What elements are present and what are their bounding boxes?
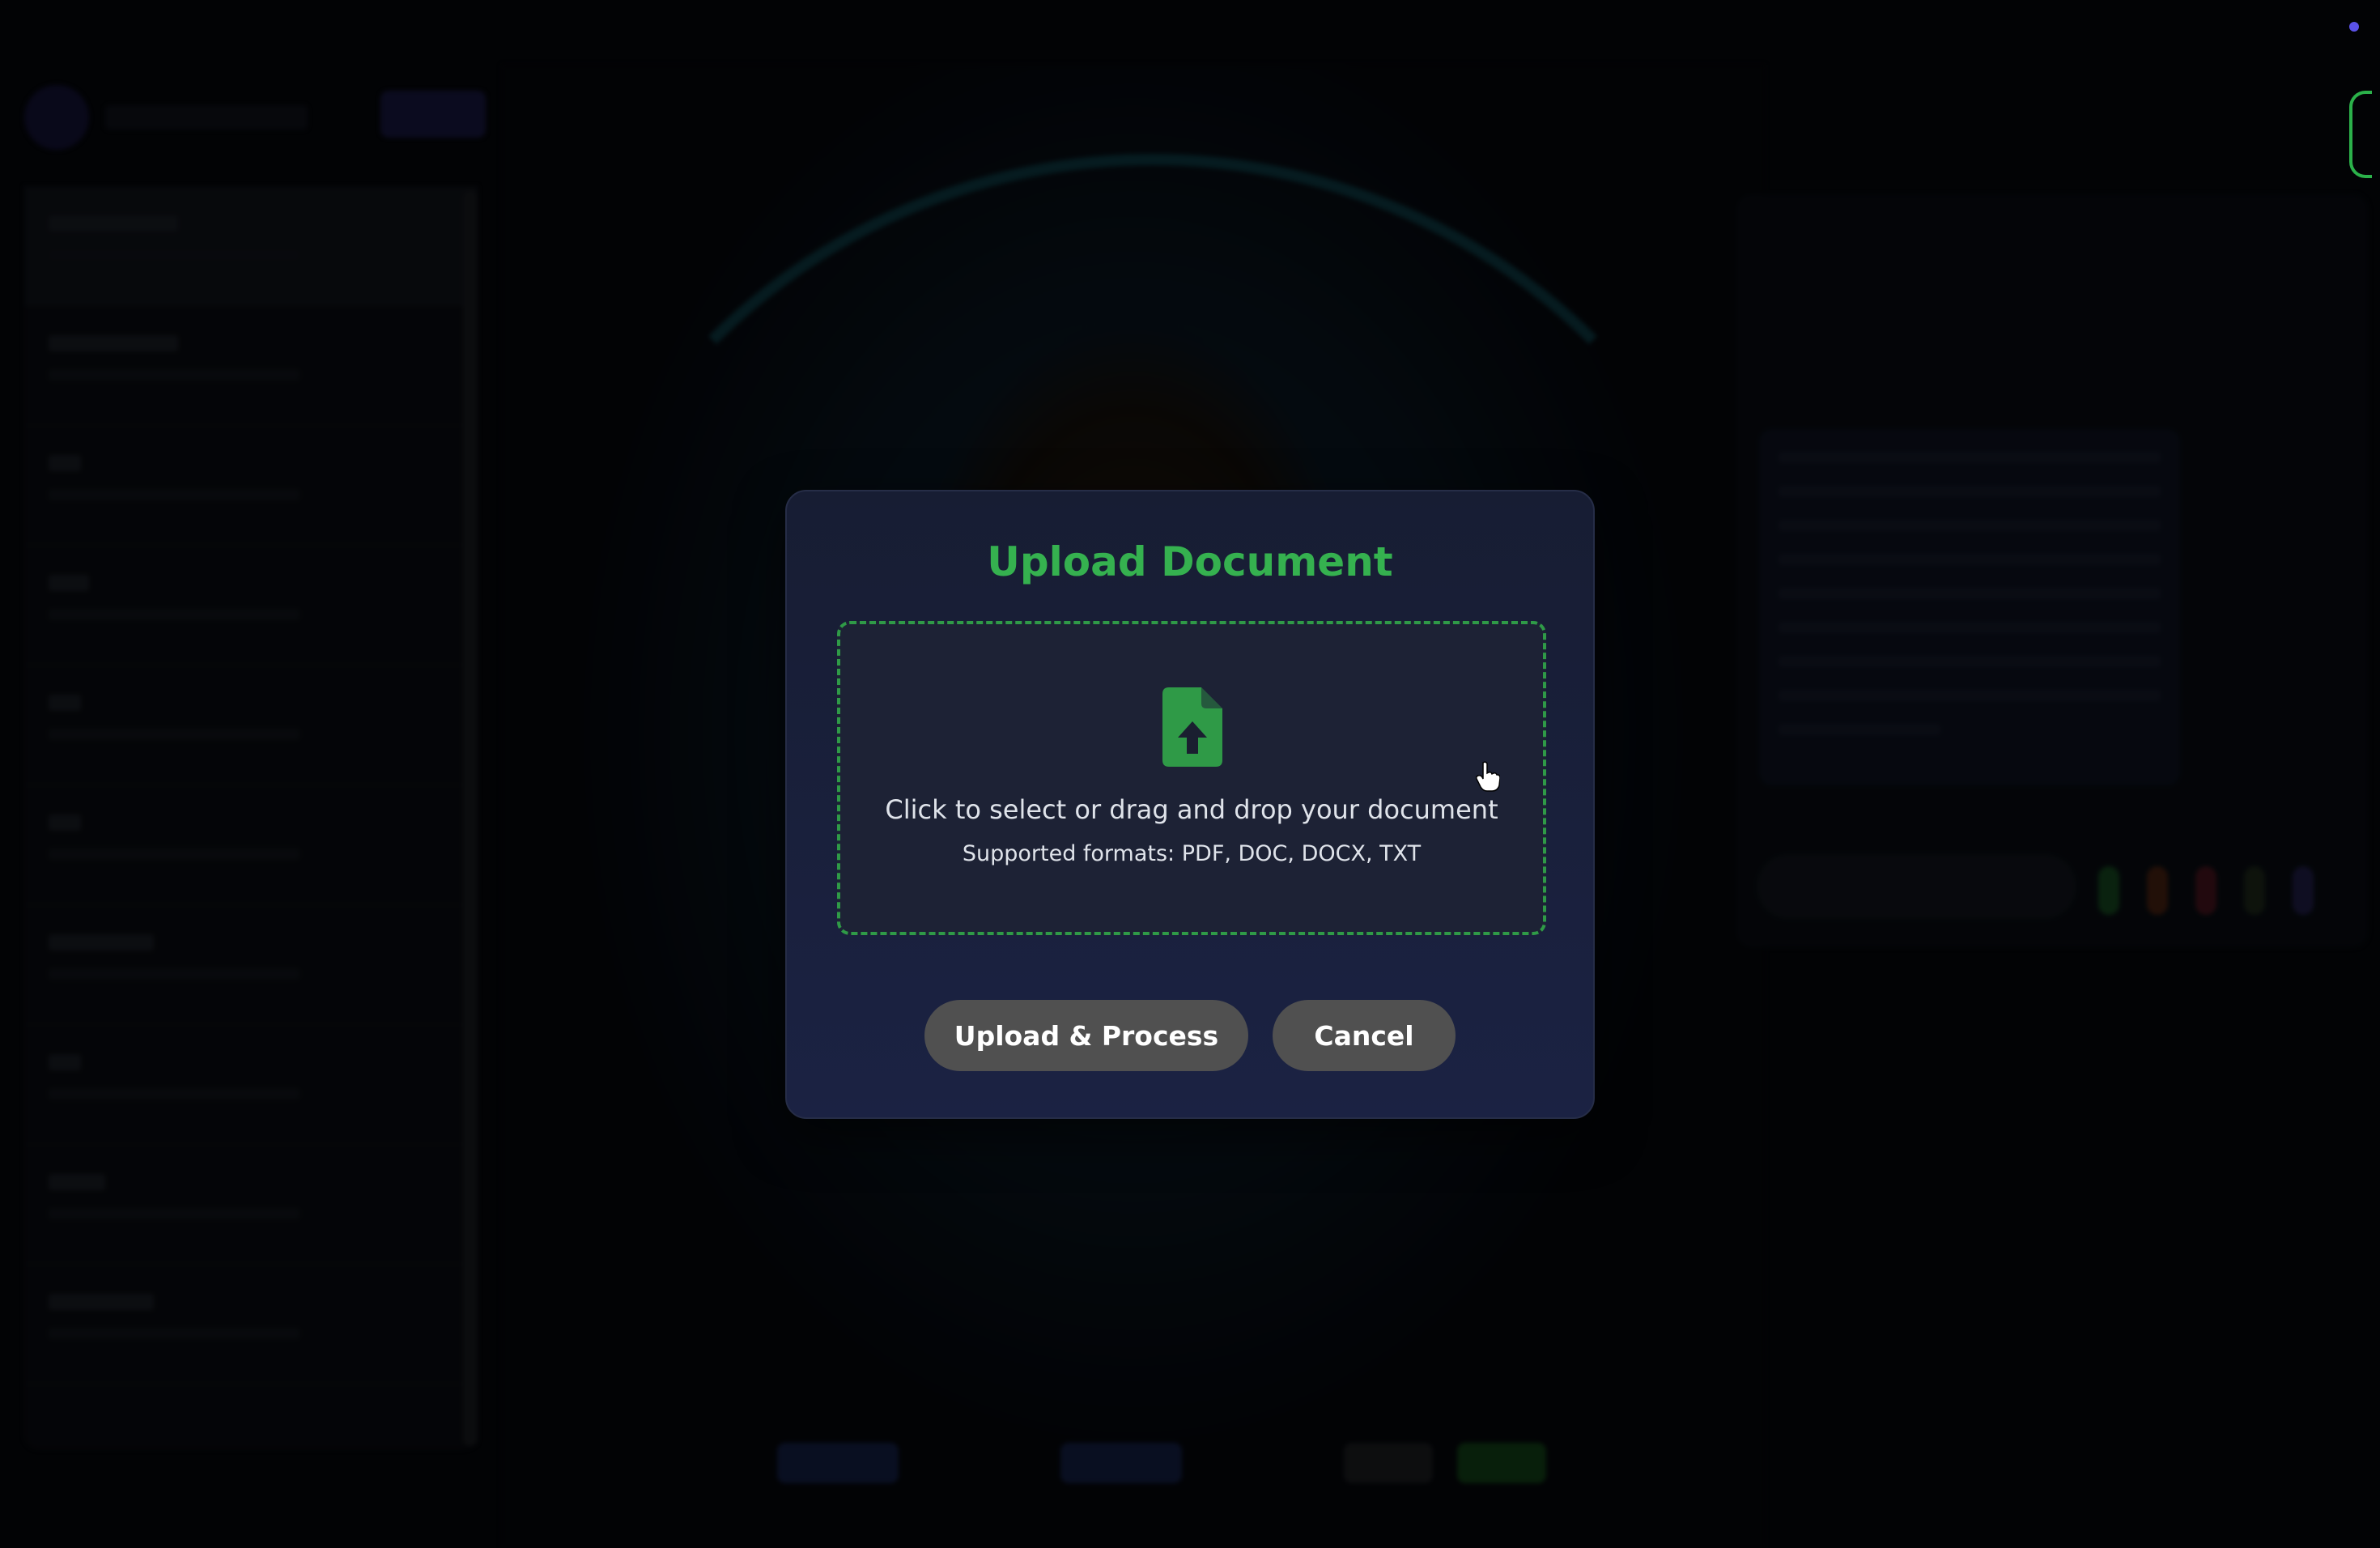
- cancel-button[interactable]: Cancel: [1273, 1000, 1456, 1071]
- dropzone-instruction: Click to select or drag and drop your do…: [885, 794, 1498, 825]
- file-dropzone[interactable]: Click to select or drag and drop your do…: [837, 621, 1546, 935]
- side-handle[interactable]: [2349, 91, 2372, 178]
- file-upload-icon: [1162, 687, 1222, 767]
- upload-dialog: Upload Document Click to select or drag …: [785, 490, 1595, 1119]
- status-dot: [2349, 22, 2359, 32]
- supported-formats: Supported formats: PDF, DOC, DOCX, TXT: [962, 841, 1422, 866]
- hand-cursor-icon: [1476, 761, 1500, 792]
- dialog-title: Upload Document: [987, 538, 1393, 585]
- upload-process-button[interactable]: Upload & Process: [924, 1000, 1248, 1071]
